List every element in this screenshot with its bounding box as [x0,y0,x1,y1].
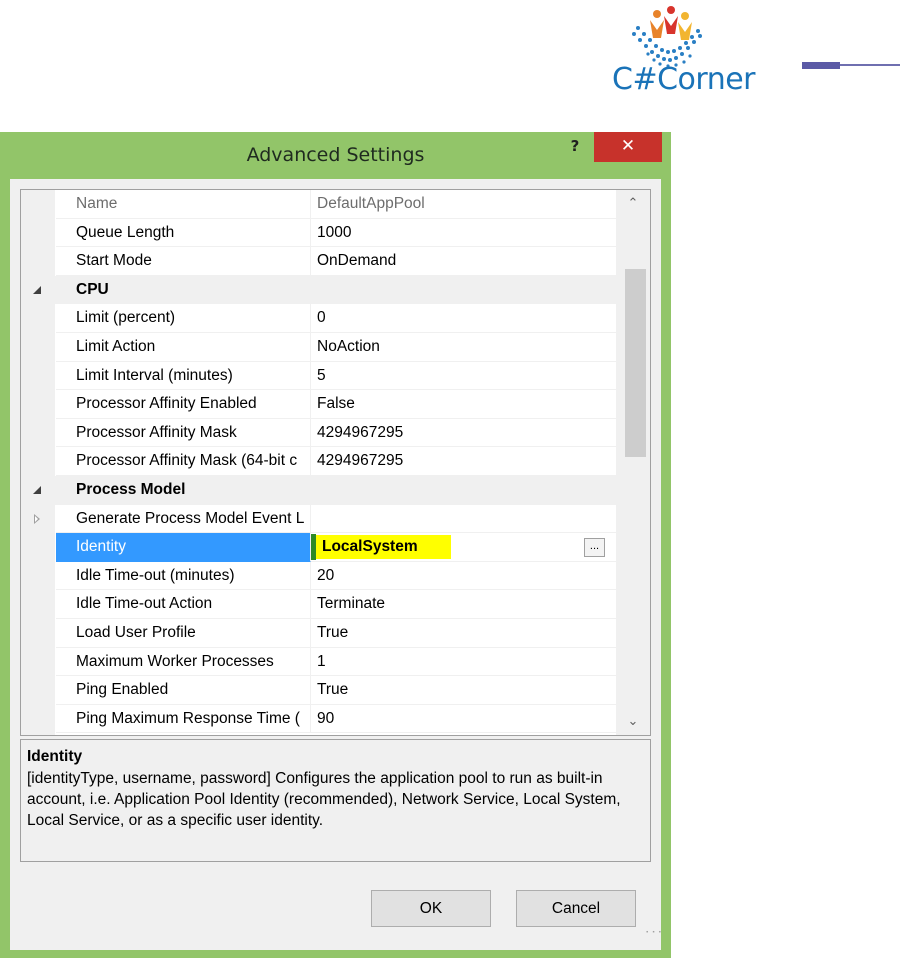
scroll-thumb[interactable] [625,269,646,457]
collapse-triangle-icon[interactable] [33,285,41,294]
property-name: Processor Affinity Mask (64-bit c [56,447,311,476]
scroll-down-arrow-icon[interactable]: ⌄ [616,708,650,735]
property-value[interactable]: 20 [311,562,616,591]
property-row[interactable]: Processor Affinity Mask 4294967295 [21,418,616,448]
property-row[interactable]: Limit Action NoAction [21,333,616,362]
property-row[interactable]: Ping Enabled True [21,676,616,705]
ok-button[interactable]: OK [371,890,491,927]
property-value[interactable]: 4294967295 [311,447,616,476]
category-row[interactable]: CPU [21,275,616,305]
description-text: [identityType, username, password] Confi… [27,770,621,829]
property-value[interactable]: LocalSystem... [311,533,616,562]
property-name: Limit (percent) [56,304,311,333]
logo-text: C#Corner [612,62,756,97]
highlighted-value: LocalSystem [316,535,451,560]
property-value[interactable]: False [311,390,616,419]
property-value[interactable]: 1000 [311,219,616,248]
property-name: Identity [56,533,311,562]
property-row[interactable]: Limit (percent) 0 [21,304,616,333]
close-button[interactable]: ✕ [594,132,662,162]
people-globe-icon [632,6,702,68]
logo-bar [802,62,840,69]
property-row[interactable]: Load User Profile True [21,619,616,648]
question-icon: ? [570,137,580,155]
dialog-client-area: Name DefaultAppPool Queue Length 1000 Start … [10,179,665,950]
property-value[interactable]: True [311,619,616,648]
csharpcorner-logo: C#Corner [612,4,900,104]
advanced-settings-dialog: Advanced Settings ? ✕ Name DefaultAppPool… [0,132,671,958]
property-value[interactable]: NoAction [311,333,616,362]
category-label: Process Model [76,481,186,498]
property-value[interactable] [311,505,616,534]
category-label: CPU [76,280,109,298]
property-name: Name [56,190,311,219]
property-name: Idle Time-out Action [56,590,311,619]
property-name: Processor Affinity Enabled [56,390,311,419]
close-icon: ✕ [620,136,636,156]
cancel-button[interactable]: Cancel [516,890,636,927]
property-name: Maximum Worker Processes [56,647,311,677]
property-name: Queue Length [56,218,311,248]
property-row[interactable]: Name DefaultAppPool [21,190,616,219]
collapse-triangle-icon[interactable] [33,486,41,494]
property-value[interactable]: 90 [311,705,616,734]
property-row[interactable]: Start Mode OnDemand [21,247,616,276]
property-value[interactable]: 5 [311,362,616,391]
category-row[interactable]: Process Model [21,476,616,505]
property-row[interactable]: Maximum Worker Processes 1 [21,647,616,677]
property-value[interactable]: True [311,676,616,705]
property-row[interactable]: Idle Time-out (minutes) 20 [21,561,616,591]
property-value[interactable]: Terminate [311,590,616,619]
property-name: Idle Time-out (minutes) [56,561,311,591]
ellipsis-button[interactable]: ... [584,538,605,558]
property-grid[interactable]: Name DefaultAppPool Queue Length 1000 Start … [20,189,651,736]
property-name: Load User Profile [56,619,311,648]
property-name: Limit Interval (minutes) [56,361,311,391]
property-row[interactable]: Ping Maximum Response Time (90 [21,704,616,734]
property-row-selected[interactable]: Identity LocalSystem... [21,533,616,562]
property-value[interactable]: 1 [311,648,616,677]
property-name: Generate Process Model Event L [56,504,311,534]
property-name: Ping Maximum Response Time ( [56,704,311,734]
property-row[interactable]: Processor Affinity Mask (64-bit c 4294967… [21,447,616,476]
property-row[interactable]: Processor Affinity Enabled False [21,390,616,419]
property-row[interactable]: Idle Time-out Action Terminate [21,590,616,619]
description-panel: Identity [identityType, username, passwo… [20,739,651,862]
titlebar[interactable]: Advanced Settings ? ✕ [0,132,671,179]
property-name: Processor Affinity Mask [56,418,311,448]
logo-line [840,64,900,66]
help-button[interactable]: ? [560,135,590,163]
property-value[interactable]: 0 [311,304,616,333]
property-name: Limit Action [56,333,311,362]
property-name: Start Mode [56,247,311,276]
scroll-up-arrow-icon[interactable]: ⌃ [616,190,650,217]
property-name: Ping Enabled [56,676,311,705]
property-value[interactable]: OnDemand [311,247,616,276]
expand-triangle-icon[interactable] [34,513,40,524]
property-row[interactable]: Generate Process Model Event L [21,504,616,534]
property-value[interactable]: DefaultAppPool [311,190,616,219]
resize-grip-icon[interactable]: ⠂⠂⠂ [645,929,665,945]
vertical-scrollbar[interactable]: ⌃ ⌄ [616,190,650,735]
property-value[interactable]: 4294967295 [311,419,616,448]
property-row[interactable]: Queue Length 1000 [21,218,616,248]
property-row[interactable]: Limit Interval (minutes) 5 [21,361,616,391]
description-title: Identity [27,748,83,765]
